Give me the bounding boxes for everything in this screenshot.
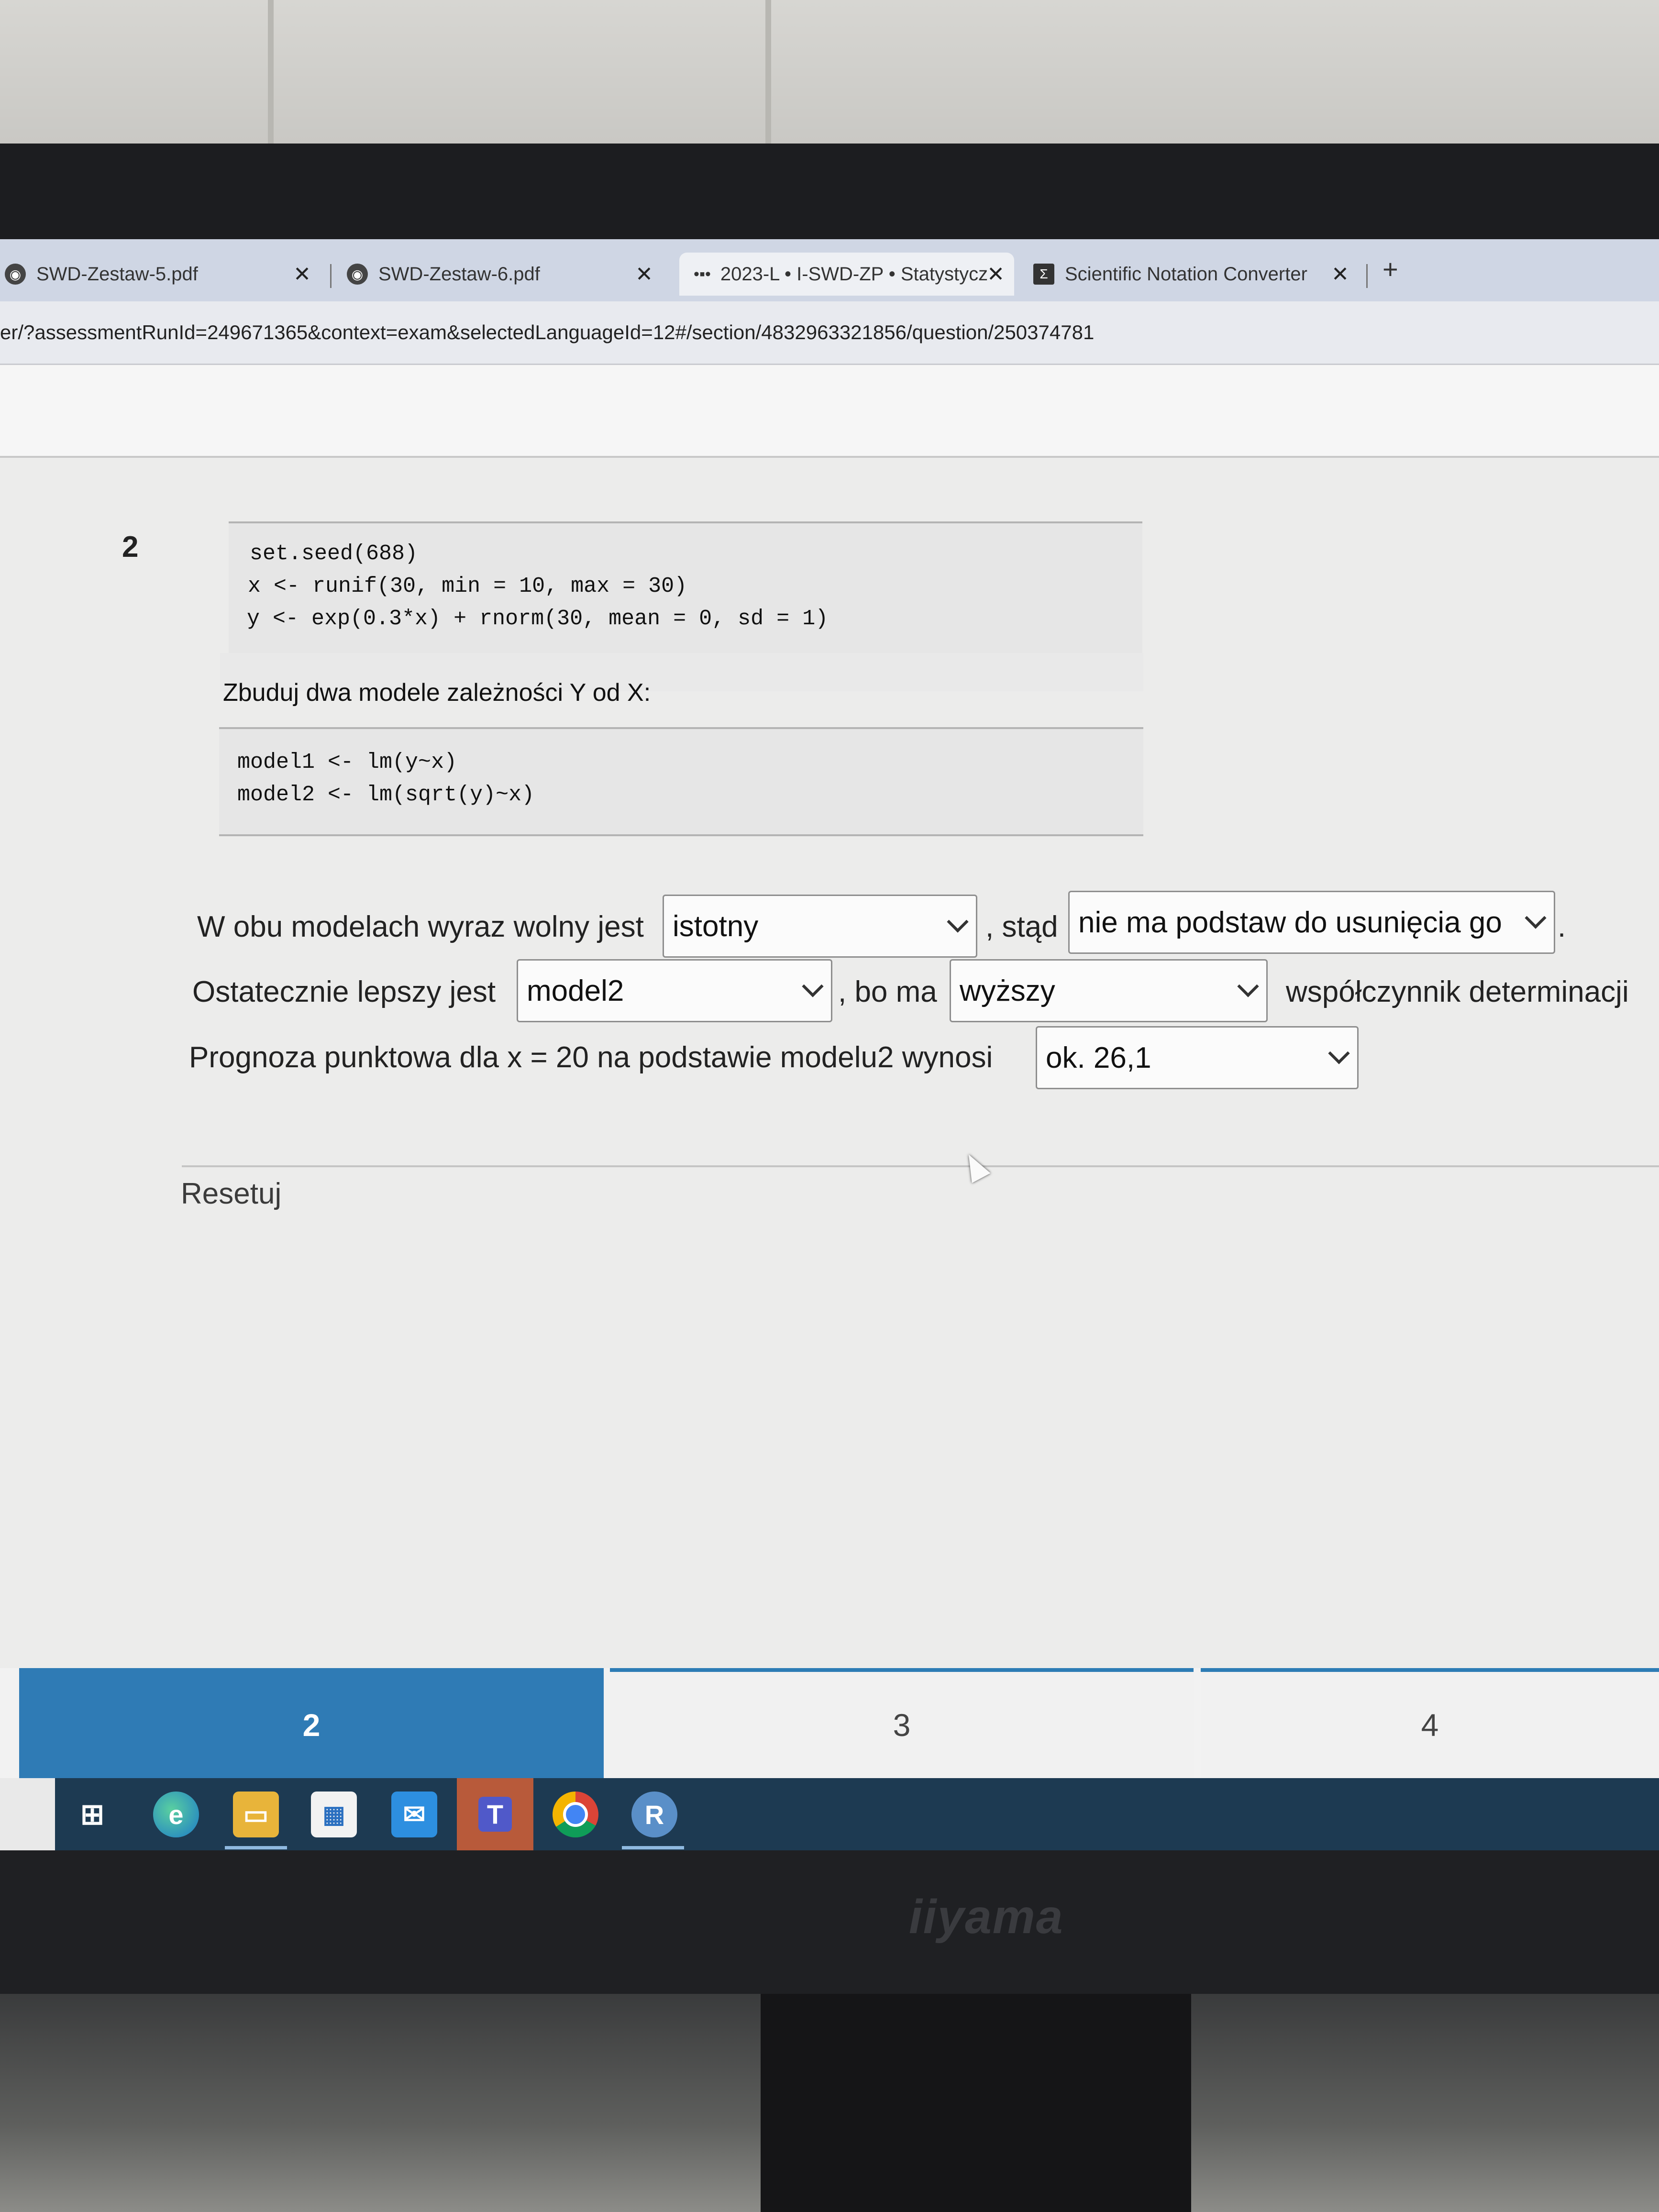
question-pager: 2 3 4: [0, 1668, 1659, 1778]
sigma-icon: Σ: [1033, 264, 1054, 285]
monitor-stand: [761, 1994, 1191, 2212]
r-label: R: [644, 1799, 664, 1830]
tab-scientific-notation[interactable]: Σ Scientific Notation Converter ✕: [1033, 253, 1359, 296]
file-explorer-icon[interactable]: ▭: [233, 1792, 279, 1837]
tab-bar: ◉ SWD-Zestaw-5.pdf ✕ ◉ SWD-Zestaw-6.pdf …: [0, 239, 1659, 301]
tab-title: SWD-Zestaw-5.pdf: [36, 263, 198, 285]
code-line: x <- runif(30, min = 10, max = 30): [248, 574, 687, 598]
close-icon[interactable]: ✕: [987, 262, 1005, 287]
ceiling-seam: [765, 0, 771, 144]
close-icon[interactable]: ✕: [635, 262, 653, 287]
dropdown-point-forecast[interactable]: ok. 26,1: [1036, 1026, 1359, 1089]
tab-title: SWD-Zestaw-6.pdf: [378, 263, 540, 285]
new-tab-button[interactable]: +: [1382, 254, 1398, 285]
page-tab-3[interactable]: 3: [610, 1668, 1194, 1778]
code-block-1: set.seed(688) x <- runif(30, min = 10, m…: [229, 521, 1142, 657]
chevron-down-icon: [947, 911, 969, 933]
page-tab-2[interactable]: 2: [19, 1668, 604, 1778]
code-line: y <- exp(0.3*x) + rnorm(30, mean = 0, sd…: [247, 607, 829, 631]
ceiling: [0, 0, 1659, 144]
code-block-2: model1 <- lm(y~x) model2 <- lm(sqrt(y)~x…: [219, 727, 1143, 836]
tab-swd-zestaw-6[interactable]: ◉ SWD-Zestaw-6.pdf ✕: [347, 253, 663, 296]
taskbar: ⊞ e ▭ ▦ ✉ T R: [0, 1778, 1659, 1850]
sentence-1-suffix: .: [1558, 910, 1566, 943]
mail-icon[interactable]: ✉: [391, 1792, 437, 1837]
question-number: 2: [122, 531, 139, 564]
ceiling-seam: [268, 0, 274, 144]
dropdown-better-model[interactable]: model2: [517, 959, 832, 1022]
dropdown-value: istotny: [673, 909, 759, 943]
monitor-bezel-bottom: iiyama: [0, 1850, 1659, 1994]
monitor-brand-logo: iiyama: [909, 1890, 1064, 1944]
code-line: model1 <- lm(y~x): [237, 750, 457, 774]
reset-button[interactable]: Resetuj: [181, 1177, 281, 1211]
close-icon[interactable]: ✕: [1331, 262, 1349, 287]
dropdown-r-squared-comparison[interactable]: wyższy: [950, 959, 1268, 1022]
sentence-1-middle: , stąd: [985, 910, 1058, 943]
chevron-down-icon: [1525, 907, 1547, 929]
r-icon[interactable]: R: [631, 1792, 677, 1837]
sentence-1-prefix: W obu modelach wyraz wolny jest: [197, 910, 644, 943]
sentence-2-middle: , bo ma: [838, 975, 937, 1008]
url-text: er/?assessmentRunId=249671365&context=ex…: [0, 321, 1095, 343]
divider: [182, 1165, 1659, 1167]
sentence-2-suffix: współczynnik determinacji: [1286, 975, 1629, 1008]
task-view-icon[interactable]: ⊞: [69, 1792, 115, 1837]
close-icon[interactable]: ✕: [293, 262, 311, 287]
dropdown-value: ok. 26,1: [1046, 1041, 1151, 1074]
chrome-icon[interactable]: [553, 1792, 598, 1837]
page-tab-4[interactable]: 4: [1201, 1668, 1659, 1778]
dropdown-value: wyższy: [960, 974, 1055, 1007]
tab-swd-zestaw-5[interactable]: ◉ SWD-Zestaw-5.pdf ✕: [5, 253, 321, 296]
chevron-down-icon: [1237, 975, 1259, 997]
sentence-2-prefix: Ostatecznie lepszy jest: [192, 975, 496, 1008]
tab-title: Scientific Notation Converter: [1065, 263, 1307, 285]
store-icon[interactable]: ▦: [311, 1792, 357, 1837]
pdf-icon: ◉: [347, 264, 368, 285]
teams-icon[interactable]: T: [457, 1778, 533, 1850]
chrome-center: [563, 1802, 588, 1827]
dropdown-value: model2: [527, 974, 624, 1007]
code-line: model2 <- lm(sqrt(y)~x): [237, 783, 535, 807]
site-icon: •▪•: [694, 265, 711, 283]
dropdown-intercept-significance[interactable]: istotny: [663, 895, 977, 958]
tab-separator: [330, 264, 332, 288]
pdf-icon: ◉: [5, 264, 26, 285]
tab-separator: [1366, 264, 1368, 288]
monitor-bezel-top: [0, 144, 1659, 239]
screen: ◉ SWD-Zestaw-5.pdf ✕ ◉ SWD-Zestaw-6.pdf …: [0, 239, 1659, 1850]
teams-label: T: [478, 1797, 512, 1832]
prompt-text: Zbuduj dwa modele zależności Y od X:: [223, 679, 651, 707]
sentence-3-prefix: Prognoza punktowa dla x = 20 na podstawi…: [189, 1041, 993, 1074]
chevron-down-icon: [1328, 1042, 1350, 1064]
address-bar[interactable]: er/?assessmentRunId=249671365&context=ex…: [0, 301, 1659, 365]
tab-title: 2023-L • I-SWD-ZP • Statystycz: [720, 263, 988, 285]
code-line: set.seed(688): [250, 542, 418, 566]
active-indicator: [622, 1846, 684, 1849]
search-box[interactable]: [0, 1778, 55, 1850]
edge-icon[interactable]: e: [153, 1792, 199, 1837]
chevron-down-icon: [802, 975, 824, 997]
dropdown-removal-decision[interactable]: nie ma podstaw do usunięcia go: [1068, 891, 1555, 954]
page-header: [0, 365, 1659, 458]
tab-exam[interactable]: •▪• 2023-L • I-SWD-ZP • Statystycz ✕: [679, 253, 1014, 296]
active-indicator: [225, 1846, 287, 1849]
dropdown-value: nie ma podstaw do usunięcia go: [1078, 906, 1502, 939]
